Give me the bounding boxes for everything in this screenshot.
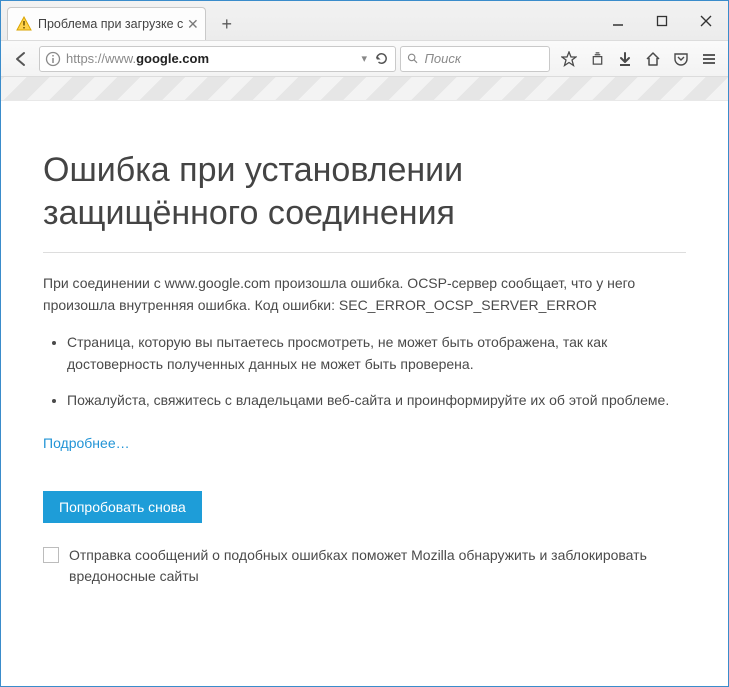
- warning-stripe: [1, 77, 728, 101]
- error-list: Страница, которую вы пытаетесь просмотре…: [43, 332, 686, 411]
- back-button[interactable]: [7, 45, 35, 73]
- close-tab-icon[interactable]: ✕: [187, 17, 199, 31]
- warning-icon: [16, 16, 32, 32]
- home-icon[interactable]: [640, 45, 666, 73]
- menu-icon[interactable]: [696, 45, 722, 73]
- browser-tab[interactable]: Проблема при загрузке стр ✕: [7, 7, 206, 40]
- learn-more-link[interactable]: Подробнее…: [43, 435, 130, 451]
- reload-button[interactable]: [371, 51, 391, 66]
- pocket-icon[interactable]: [668, 45, 694, 73]
- report-label: Отправка сообщений о подобных ошибках по…: [69, 545, 686, 587]
- identity-icon[interactable]: [44, 50, 62, 68]
- report-row: Отправка сообщений о подобных ошибках по…: [43, 545, 686, 587]
- error-page: Ошибка при установлении защищённого соед…: [1, 101, 728, 607]
- search-icon: [407, 52, 418, 65]
- maximize-button[interactable]: [640, 1, 684, 40]
- url-text: https://www.google.com: [66, 51, 357, 66]
- new-tab-button[interactable]: +: [214, 9, 240, 40]
- toolbar-icons: [556, 45, 722, 73]
- tab-title: Проблема при загрузке стр: [38, 17, 183, 31]
- bookmark-star-icon[interactable]: [556, 45, 582, 73]
- error-list-item: Пожалуйста, свяжитесь с владельцами веб-…: [67, 390, 686, 412]
- url-bar[interactable]: https://www.google.com ▾: [39, 46, 396, 72]
- titlebar: Проблема при загрузке стр ✕ +: [1, 1, 728, 41]
- url-dropdown-icon[interactable]: ▾: [357, 52, 371, 65]
- close-window-button[interactable]: [684, 1, 728, 40]
- minimize-button[interactable]: [596, 1, 640, 40]
- window-controls: [596, 1, 728, 40]
- library-icon[interactable]: [584, 45, 610, 73]
- retry-button[interactable]: Попробовать снова: [43, 491, 202, 523]
- search-bar[interactable]: [400, 46, 550, 72]
- search-input[interactable]: [422, 50, 543, 67]
- report-checkbox[interactable]: [43, 547, 59, 563]
- navbar: https://www.google.com ▾: [1, 41, 728, 77]
- error-description: При соединении с www.google.com произошл…: [43, 273, 686, 316]
- downloads-icon[interactable]: [612, 45, 638, 73]
- error-heading: Ошибка при установлении защищённого соед…: [43, 149, 686, 253]
- error-list-item: Страница, которую вы пытаетесь просмотре…: [67, 332, 686, 375]
